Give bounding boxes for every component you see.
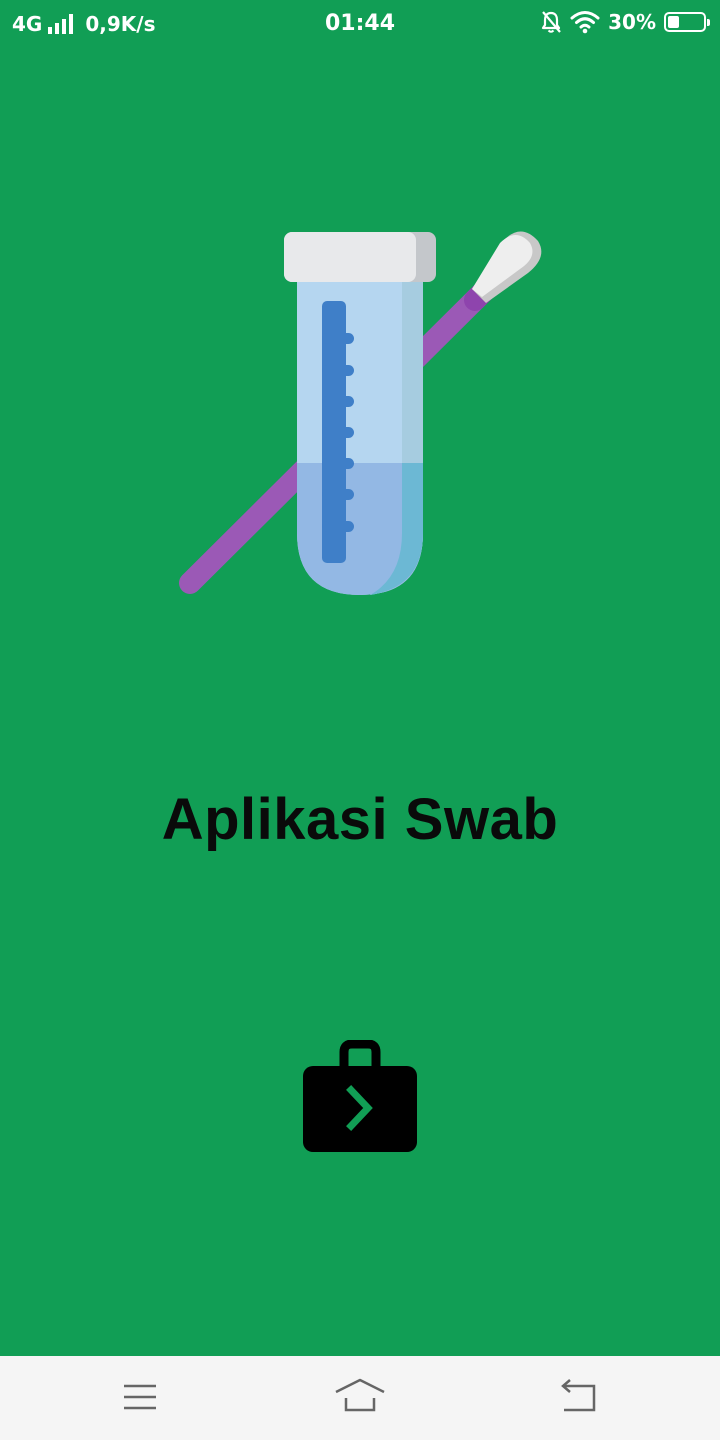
bell-off-icon [542,11,561,33]
menu-icon [124,1384,156,1410]
enter-button[interactable] [300,1039,420,1156]
nav-back-button[interactable] [550,1374,610,1422]
nav-menu-button[interactable] [110,1374,170,1422]
battery-percent: 30% [608,10,656,34]
status-bar: 4G 0,9K/s 01:44 30% [0,0,720,52]
wifi-icon [570,11,600,34]
nav-home-button[interactable] [330,1374,390,1422]
battery-icon [664,12,710,32]
app-screen: 4G 0,9K/s 01:44 30% Aplikasi Swab [0,0,720,1356]
briefcase-enter-icon [303,1039,417,1152]
status-right: 30% [540,10,710,34]
system-nav-bar [0,1356,720,1440]
back-icon [561,1379,596,1412]
home-icon [335,1378,385,1412]
battery-level [668,16,680,28]
swab-test-tube-icon [179,231,542,595]
app-title: Aplikasi Swab [161,787,559,852]
